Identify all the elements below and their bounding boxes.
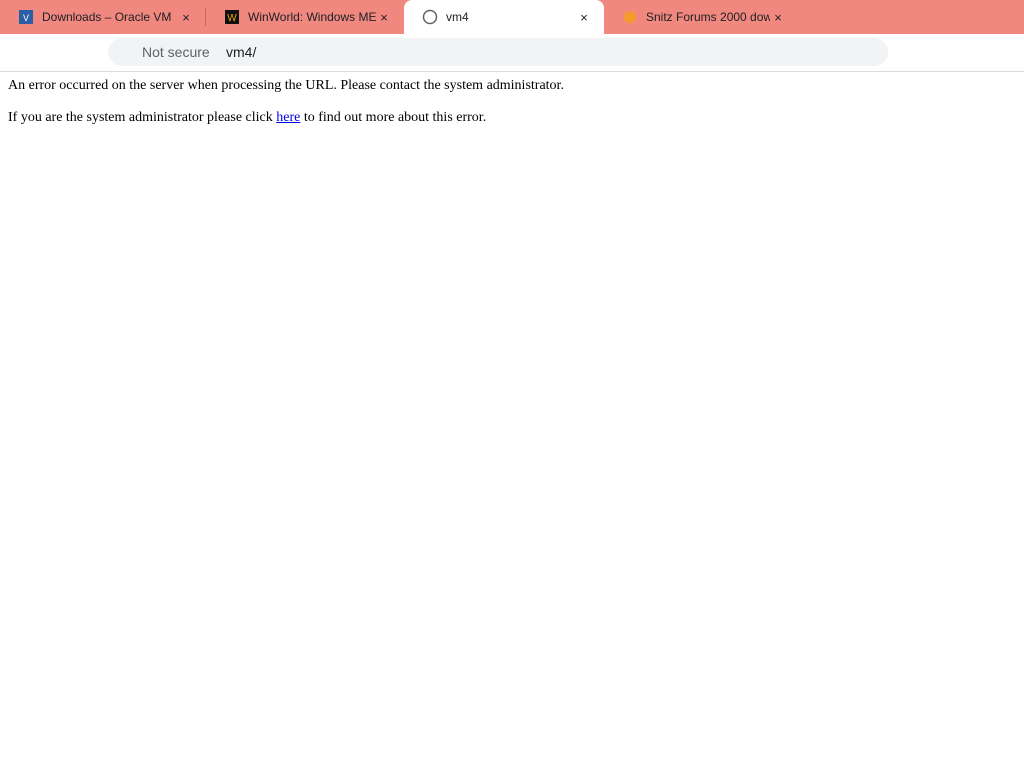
- tab-title: Downloads – Oracle VM: [42, 10, 172, 24]
- svg-text:W: W: [227, 13, 237, 24]
- admin-hint-after: to find out more about this error.: [300, 110, 487, 125]
- tab-strip: V Downloads – Oracle VM × W WinWorld: Wi…: [0, 0, 1024, 34]
- tab-close-icon[interactable]: ×: [376, 10, 392, 25]
- tab-title: Snitz Forums 2000 down: [646, 10, 770, 24]
- tab-close-icon[interactable]: ×: [576, 10, 592, 25]
- tab-title: vm4: [446, 10, 469, 24]
- tab-title: WinWorld: Windows ME: [248, 10, 376, 24]
- url-text[interactable]: vm4/: [226, 44, 256, 60]
- virtualbox-favicon-icon: V: [19, 10, 33, 24]
- tab-vm4-active[interactable]: vm4 ×: [404, 0, 604, 34]
- error-message: An error occurred on the server when pro…: [8, 78, 564, 93]
- admin-hint: If you are the system administrator plea…: [8, 110, 486, 126]
- tab-oracle-vm-downloads[interactable]: V Downloads – Oracle VM ×: [0, 0, 206, 34]
- admin-hint-before: If you are the system administrator plea…: [8, 110, 277, 125]
- tab-winworld[interactable]: W WinWorld: Windows ME ×: [206, 0, 404, 34]
- tab-close-icon[interactable]: ×: [770, 10, 786, 25]
- page-content: An error occurred on the server when pro…: [0, 72, 1024, 670]
- tab-snitz-forums[interactable]: Snitz Forums 2000 down ×: [604, 0, 798, 34]
- snitz-favicon-icon: [624, 11, 636, 23]
- security-status[interactable]: Not secure: [142, 44, 210, 60]
- address-bar[interactable]: Not secure vm4/: [108, 38, 888, 66]
- here-link[interactable]: here: [276, 110, 300, 125]
- tab-close-icon[interactable]: ×: [178, 10, 194, 25]
- svg-text:V: V: [23, 13, 29, 23]
- browser-toolbar: Not secure vm4/: [0, 34, 1024, 72]
- globe-icon: [422, 9, 438, 25]
- winworld-favicon-icon: W: [225, 10, 239, 24]
